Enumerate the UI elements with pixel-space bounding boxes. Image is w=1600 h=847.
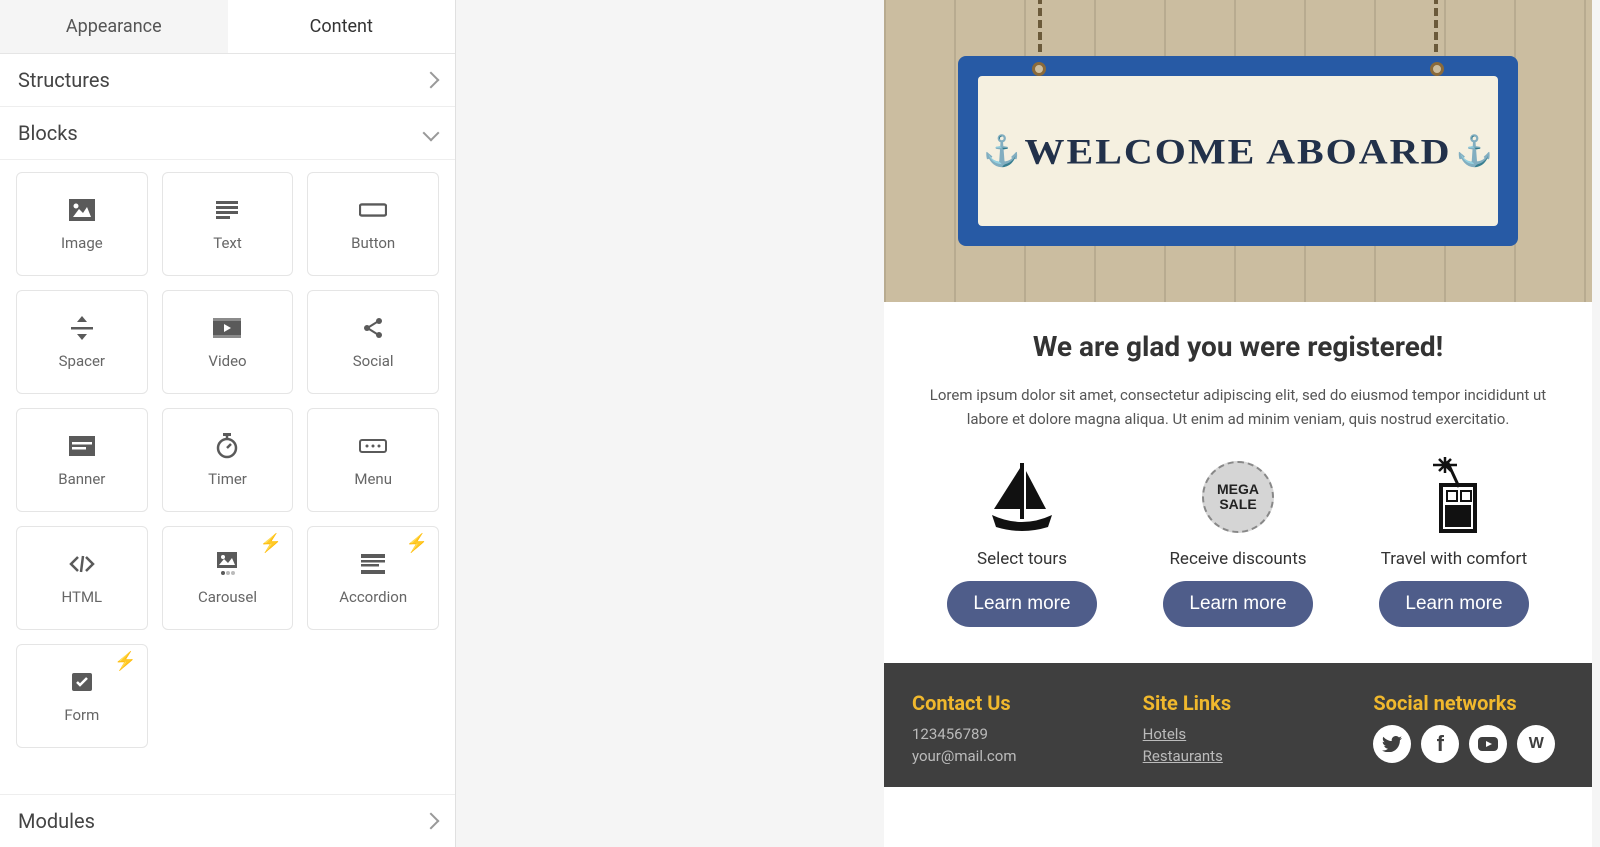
section-structures-label: Structures bbox=[18, 68, 110, 92]
html-icon bbox=[68, 550, 96, 578]
section-blocks[interactable]: Blocks bbox=[0, 107, 455, 160]
learn-more-button[interactable]: Learn more bbox=[947, 581, 1096, 627]
block-banner[interactable]: Banner bbox=[16, 408, 148, 512]
footer-link-restaurants[interactable]: Restaurants bbox=[1143, 747, 1334, 765]
footer-social: Social networks f W bbox=[1373, 691, 1564, 769]
block-spacer-label: Spacer bbox=[59, 352, 105, 370]
block-button[interactable]: Button bbox=[307, 172, 439, 276]
section-structures[interactable]: Structures bbox=[0, 54, 455, 107]
block-menu-label: Menu bbox=[354, 470, 392, 488]
block-spacer[interactable]: Spacer bbox=[16, 290, 148, 394]
sailboat-icon bbox=[982, 457, 1062, 537]
feature-receive-discounts[interactable]: MEGASALE Receive discounts Learn more bbox=[1140, 457, 1336, 627]
drink-icon bbox=[1414, 457, 1494, 537]
canvas: ⚓ WELCOME ABOARD ⚓ We are glad you were … bbox=[456, 0, 1600, 847]
section-modules-label: Modules bbox=[18, 809, 95, 833]
accordion-icon bbox=[359, 550, 387, 578]
hero-image[interactable]: ⚓ WELCOME ABOARD ⚓ bbox=[884, 0, 1592, 302]
sign-text: WELCOME ABOARD bbox=[1025, 130, 1452, 172]
footer-social-title: Social networks bbox=[1373, 691, 1564, 715]
section-modules[interactable]: Modules bbox=[0, 794, 455, 847]
social-icon bbox=[359, 314, 387, 342]
block-text[interactable]: Text bbox=[162, 172, 294, 276]
tab-content[interactable]: Content bbox=[228, 0, 456, 53]
email-preview[interactable]: ⚓ WELCOME ABOARD ⚓ We are glad you were … bbox=[884, 0, 1592, 847]
twitter-icon[interactable] bbox=[1373, 725, 1411, 763]
block-accordion[interactable]: ⚡ Accordion bbox=[307, 526, 439, 630]
block-html-label: HTML bbox=[62, 588, 103, 606]
features-row: Select tours Learn more MEGASALE Receive… bbox=[924, 457, 1552, 627]
footer-site-links: Site Links Hotels Restaurants bbox=[1143, 691, 1334, 769]
footer-links-title: Site Links bbox=[1143, 691, 1334, 715]
chevron-right-icon bbox=[423, 813, 440, 830]
section-blocks-label: Blocks bbox=[18, 121, 78, 145]
form-icon bbox=[68, 668, 96, 696]
content-section[interactable]: We are glad you were registered! Lorem i… bbox=[884, 302, 1592, 663]
block-image[interactable]: Image bbox=[16, 172, 148, 276]
chevron-right-icon bbox=[423, 72, 440, 89]
block-button-label: Button bbox=[351, 234, 395, 252]
block-social-label: Social bbox=[353, 352, 394, 370]
bolt-icon: ⚡ bbox=[406, 533, 428, 554]
learn-more-button[interactable]: Learn more bbox=[1163, 581, 1312, 627]
feature-travel-comfort[interactable]: Travel with comfort Learn more bbox=[1356, 457, 1552, 627]
feature-label: Receive discounts bbox=[1169, 549, 1306, 569]
blocks-panel: Image Text Button Spacer Video Social bbox=[0, 160, 455, 794]
footer-email: your@mail.com bbox=[912, 747, 1103, 765]
footer[interactable]: Contact Us 123456789 your@mail.com Site … bbox=[884, 663, 1592, 787]
block-carousel-label: Carousel bbox=[198, 588, 257, 606]
block-timer-label: Timer bbox=[208, 470, 247, 488]
youtube-icon[interactable] bbox=[1469, 725, 1507, 763]
footer-phone: 123456789 bbox=[912, 725, 1103, 743]
timer-icon bbox=[213, 432, 241, 460]
feature-label: Travel with comfort bbox=[1381, 549, 1527, 569]
body-text: Lorem ipsum dolor sit amet, consectetur … bbox=[924, 383, 1552, 431]
headline: We are glad you were registered! bbox=[924, 330, 1552, 363]
block-carousel[interactable]: ⚡ Carousel bbox=[162, 526, 294, 630]
feature-label: Select tours bbox=[977, 549, 1067, 569]
block-image-label: Image bbox=[61, 234, 103, 252]
block-timer[interactable]: Timer bbox=[162, 408, 294, 512]
block-html[interactable]: HTML bbox=[16, 526, 148, 630]
anchor-icon: ⚓ bbox=[983, 134, 1020, 169]
block-menu[interactable]: Menu bbox=[307, 408, 439, 512]
tab-appearance[interactable]: Appearance bbox=[0, 0, 228, 53]
tabs: Appearance Content bbox=[0, 0, 455, 54]
sidebar: Appearance Content Structures Blocks Ima… bbox=[0, 0, 456, 847]
vk-icon[interactable]: W bbox=[1517, 725, 1555, 763]
block-accordion-label: Accordion bbox=[339, 588, 407, 606]
video-icon bbox=[213, 314, 241, 342]
spacer-icon bbox=[68, 314, 96, 342]
block-text-label: Text bbox=[213, 234, 242, 252]
image-icon bbox=[68, 196, 96, 224]
learn-more-button[interactable]: Learn more bbox=[1379, 581, 1528, 627]
carousel-icon bbox=[213, 550, 241, 578]
welcome-sign: ⚓ WELCOME ABOARD ⚓ bbox=[958, 56, 1518, 246]
mega-sale-icon: MEGASALE bbox=[1198, 457, 1278, 537]
footer-contact: Contact Us 123456789 your@mail.com bbox=[912, 691, 1103, 769]
banner-icon bbox=[68, 432, 96, 460]
bolt-icon: ⚡ bbox=[260, 533, 282, 554]
block-video[interactable]: Video bbox=[162, 290, 294, 394]
block-banner-label: Banner bbox=[58, 470, 105, 488]
text-icon bbox=[213, 196, 241, 224]
chevron-down-icon bbox=[423, 125, 440, 142]
menu-icon bbox=[359, 432, 387, 460]
feature-select-tours[interactable]: Select tours Learn more bbox=[924, 457, 1120, 627]
block-social[interactable]: Social bbox=[307, 290, 439, 394]
bolt-icon: ⚡ bbox=[114, 651, 136, 672]
footer-contact-title: Contact Us bbox=[912, 691, 1103, 715]
block-form[interactable]: ⚡ Form bbox=[16, 644, 148, 748]
facebook-icon[interactable]: f bbox=[1421, 725, 1459, 763]
button-icon bbox=[359, 196, 387, 224]
anchor-icon: ⚓ bbox=[1455, 134, 1492, 169]
footer-link-hotels[interactable]: Hotels bbox=[1143, 725, 1334, 743]
block-form-label: Form bbox=[64, 706, 99, 724]
block-video-label: Video bbox=[208, 352, 246, 370]
